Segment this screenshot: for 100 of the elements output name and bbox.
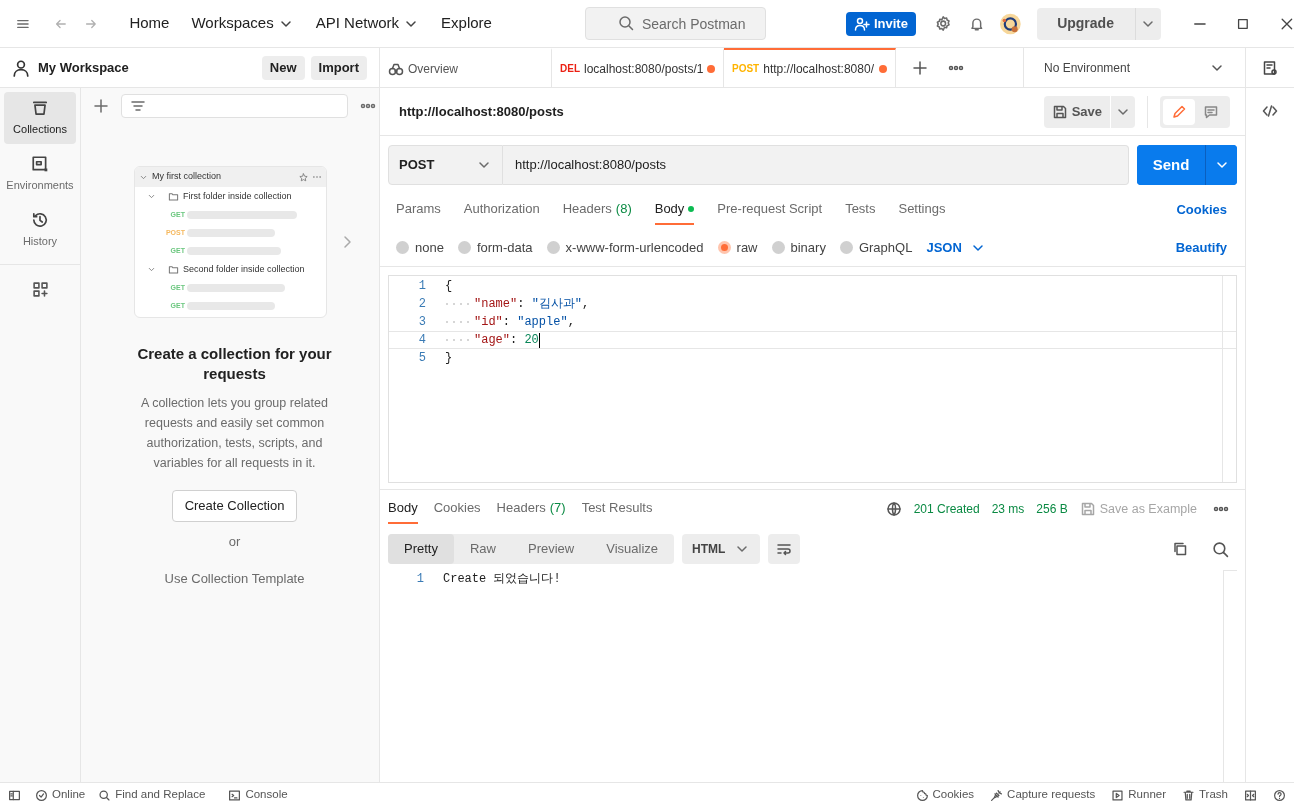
response-time: 23 ms — [991, 501, 1025, 518]
tab[interactable]: Headers (7) — [496, 494, 566, 524]
trash-icon — [1182, 788, 1195, 802]
nav-link[interactable]: API Network — [315, 12, 420, 35]
copy-icon[interactable] — [1172, 541, 1188, 557]
empty-state-title: Create a collection for your requests — [136, 344, 333, 384]
save-icon — [1079, 501, 1096, 517]
wrap-button[interactable] — [768, 534, 801, 564]
line-number: 3 — [417, 314, 426, 331]
radio-button[interactable] — [771, 241, 785, 254]
chevron-down-icon — [147, 265, 156, 274]
pencil-icon — [1171, 103, 1187, 120]
header-button[interactable]: New — [261, 55, 305, 80]
status-bar-item[interactable]: Console — [228, 786, 288, 804]
environment-dropdown[interactable]: No Environment — [1024, 48, 1246, 87]
help-icon[interactable] — [1273, 788, 1286, 802]
status-bar-item[interactable]: Find and Replace — [98, 786, 206, 804]
request-title: http://localhost:8080/posts — [399, 102, 564, 121]
radio-option[interactable]: binary — [771, 237, 826, 258]
create-collection-button[interactable]: Create Collection — [171, 490, 298, 522]
tab[interactable]: Cookies — [433, 494, 481, 524]
view-mode-tab[interactable]: Preview — [512, 534, 591, 564]
environment-view-icon[interactable] — [1262, 59, 1278, 76]
tab[interactable]: Tests — [845, 195, 876, 225]
tab[interactable]: Authorization — [463, 195, 540, 225]
tab[interactable]: Headers (8) — [562, 195, 632, 225]
status-bar-item[interactable]: Trash — [1182, 786, 1228, 804]
request-tab[interactable]: POST http://localhost:8080/ — [724, 48, 896, 87]
search-icon[interactable] — [1212, 540, 1229, 558]
invite-button[interactable]: Invite — [845, 11, 916, 36]
nav-link[interactable]: Explore — [441, 12, 492, 35]
request-tab[interactable]: Overview — [380, 48, 552, 87]
tab[interactable]: Body — [654, 195, 695, 225]
code-editor[interactable]: 1 { 2 "name": "김사과", 3 "id": "apple", 4 "age": 20 5 } — [388, 275, 1237, 483]
cookies-link[interactable]: Cookies — [1176, 200, 1227, 220]
plus-icon[interactable] — [912, 59, 928, 76]
upgrade-button[interactable]: Upgrade — [1036, 7, 1135, 40]
code-line: } — [445, 350, 453, 367]
tab[interactable]: Pre-request Script — [717, 195, 823, 225]
format-dropdown[interactable]: HTML — [682, 534, 761, 564]
line-number: 5 — [417, 350, 426, 367]
status-bar-item[interactable]: Runner — [1111, 786, 1166, 804]
view-mode-tab[interactable]: Pretty — [388, 534, 454, 564]
comment-icon — [1203, 103, 1219, 120]
plus-icon[interactable] — [93, 98, 109, 114]
status-bar-item[interactable]: Cookies — [915, 786, 975, 804]
method-label: DEL — [560, 62, 580, 76]
radio-button[interactable] — [717, 241, 731, 254]
header-button[interactable]: Import — [310, 55, 367, 80]
radio-button[interactable] — [396, 241, 409, 254]
search-field[interactable]: Search Postman — [584, 7, 766, 40]
avatar-icon[interactable] — [999, 11, 1021, 36]
status-bar-item[interactable]: Capture requests — [990, 786, 1096, 804]
tab-label: localhost:8080/posts/1 — [584, 60, 703, 78]
send-dropdown-button[interactable] — [1205, 145, 1237, 185]
code-line: "name": "김사과", — [474, 296, 590, 313]
url-field[interactable]: http://localhost:8080/posts — [503, 145, 1129, 185]
collection-name: My first collection — [152, 170, 222, 184]
save-button[interactable]: Save — [1043, 95, 1110, 128]
view-mode-tab[interactable]: Visualize — [590, 534, 675, 564]
edit-button[interactable] — [1163, 98, 1195, 125]
settings-icon[interactable] — [934, 14, 952, 33]
sidebar-item[interactable]: Environments — [4, 148, 76, 200]
radio-option[interactable]: none — [396, 237, 444, 258]
radio-option[interactable]: GraphQL — [839, 237, 913, 258]
tab[interactable]: Params — [396, 195, 441, 225]
code-line: "id": "apple", — [474, 314, 575, 331]
globe-icon[interactable] — [885, 501, 902, 517]
format-dropdown[interactable]: JSON — [926, 237, 986, 258]
template-link[interactable]: Use Collection Template — [164, 568, 305, 588]
radio-option[interactable]: form-data — [457, 237, 533, 258]
view-mode-tab[interactable]: Raw — [453, 534, 512, 564]
two-pane-icon[interactable] — [1244, 788, 1257, 802]
sidebar-item[interactable]: Collections — [4, 92, 76, 144]
filter-field[interactable] — [121, 94, 348, 118]
folder-name: Second folder inside collection — [183, 262, 305, 276]
beautify-link[interactable]: Beautify — [1175, 237, 1227, 258]
radio-button[interactable] — [457, 241, 471, 254]
radio-option[interactable]: x-www-form-urlencoded — [546, 237, 704, 258]
satellite-icon — [990, 788, 1004, 802]
nav-link[interactable]: Home — [129, 12, 170, 35]
code-line: { — [445, 278, 453, 295]
check-circle-icon — [35, 788, 48, 802]
tab[interactable]: Test Results — [581, 494, 653, 524]
line-number: 4 — [417, 332, 426, 349]
sidebar-item[interactable]: History — [4, 204, 76, 256]
cookie-icon — [915, 788, 929, 802]
tab[interactable]: Body — [388, 494, 418, 524]
code-line: "age": 20 — [474, 332, 539, 349]
code-icon[interactable] — [1262, 103, 1278, 119]
nav-link[interactable]: Workspaces — [191, 12, 294, 35]
tab[interactable]: Settings — [898, 195, 946, 225]
radio-button[interactable] — [839, 241, 853, 254]
search-icon — [617, 15, 634, 31]
radio-option[interactable]: raw — [717, 237, 758, 258]
add-apps-icon[interactable] — [31, 281, 49, 298]
sidebar-toggle-icon[interactable] — [8, 788, 21, 802]
status-bar-item[interactable]: Online — [35, 786, 86, 804]
method-dropdown[interactable]: POST — [388, 145, 503, 185]
radio-button[interactable] — [546, 241, 560, 254]
